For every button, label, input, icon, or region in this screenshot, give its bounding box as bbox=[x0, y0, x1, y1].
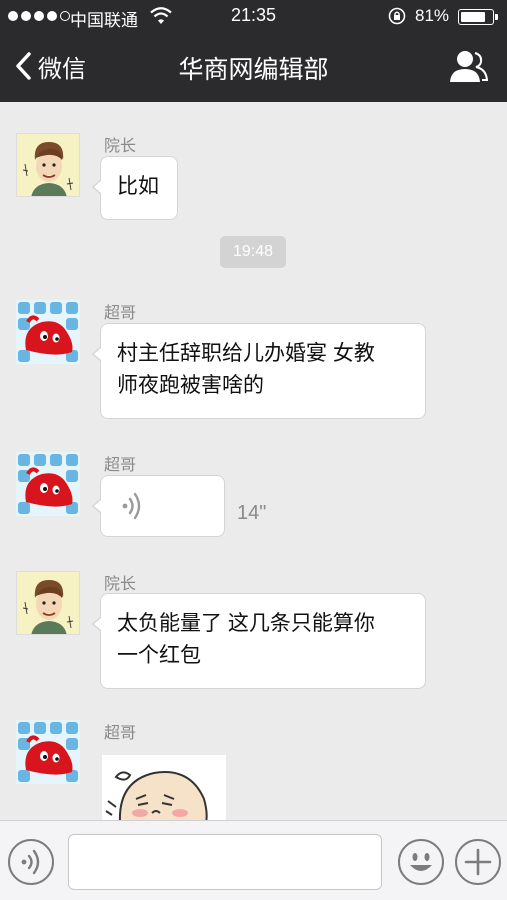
emoji-icon bbox=[410, 853, 432, 871]
red-blob-avatar-icon bbox=[16, 452, 80, 516]
red-blob-avatar-icon bbox=[16, 720, 80, 784]
voice-message-bubble[interactable] bbox=[92, 475, 225, 537]
battery-percent: 81% bbox=[415, 6, 450, 25]
rotation-lock-icon bbox=[388, 7, 406, 25]
voice-input-button[interactable] bbox=[8, 839, 54, 885]
message-text-line: 村主任辞职给儿办婚宴 女教 bbox=[117, 342, 375, 365]
more-button[interactable] bbox=[455, 839, 501, 885]
message-text-line: 一个红包 bbox=[117, 644, 201, 667]
avatar[interactable] bbox=[16, 571, 80, 635]
message-text: 比如 bbox=[117, 175, 159, 198]
battery-icon bbox=[458, 9, 494, 25]
avatar[interactable] bbox=[16, 452, 80, 516]
chat-title: 华商网编辑部 bbox=[178, 56, 329, 84]
message-bubble[interactable]: 比如 bbox=[92, 156, 178, 220]
sender-name: 超哥 bbox=[104, 725, 137, 742]
message-text-line: 师夜跑被害啥的 bbox=[117, 374, 264, 397]
voice-duration: 14" bbox=[237, 502, 267, 524]
plus-icon bbox=[464, 848, 492, 876]
sender-name: 超哥 bbox=[104, 457, 137, 474]
battery-tip bbox=[495, 14, 498, 20]
nav-bar: 微信 华商网编辑部 bbox=[0, 32, 507, 102]
timestamp-label: 19:48 bbox=[220, 236, 286, 268]
sticker-message[interactable] bbox=[102, 755, 226, 823]
message-text-line: 太负能量了 这几条只能算你 bbox=[117, 612, 375, 635]
message-input[interactable] bbox=[68, 834, 382, 890]
cartoon-boy-avatar-icon bbox=[17, 572, 79, 634]
emoji-button[interactable] bbox=[398, 839, 444, 885]
sender-name: 院长 bbox=[104, 576, 137, 593]
sender-name: 超哥 bbox=[104, 305, 137, 322]
message-bubble[interactable]: 村主任辞职给儿办婚宴 女教 师夜跑被害啥的 bbox=[92, 323, 426, 419]
blushing-face-sticker-icon bbox=[102, 755, 226, 823]
avatar[interactable] bbox=[16, 133, 80, 197]
cartoon-boy-avatar-icon bbox=[17, 134, 79, 196]
voice-wave-icon bbox=[122, 492, 141, 520]
status-bar: 中国联通 21:35 81% bbox=[0, 0, 507, 32]
red-blob-avatar-icon bbox=[16, 300, 80, 364]
sender-name: 院长 bbox=[104, 138, 137, 155]
message-bubble[interactable]: 太负能量了 这几条只能算你 一个红包 bbox=[92, 593, 426, 689]
avatar[interactable] bbox=[16, 300, 80, 364]
avatar[interactable] bbox=[16, 720, 80, 784]
top-bar: 中国联通 21:35 81% 微信 华商网编辑部 bbox=[0, 0, 507, 102]
voice-icon bbox=[21, 849, 40, 875]
group-members-icon[interactable] bbox=[448, 49, 488, 85]
input-bar bbox=[0, 820, 507, 900]
